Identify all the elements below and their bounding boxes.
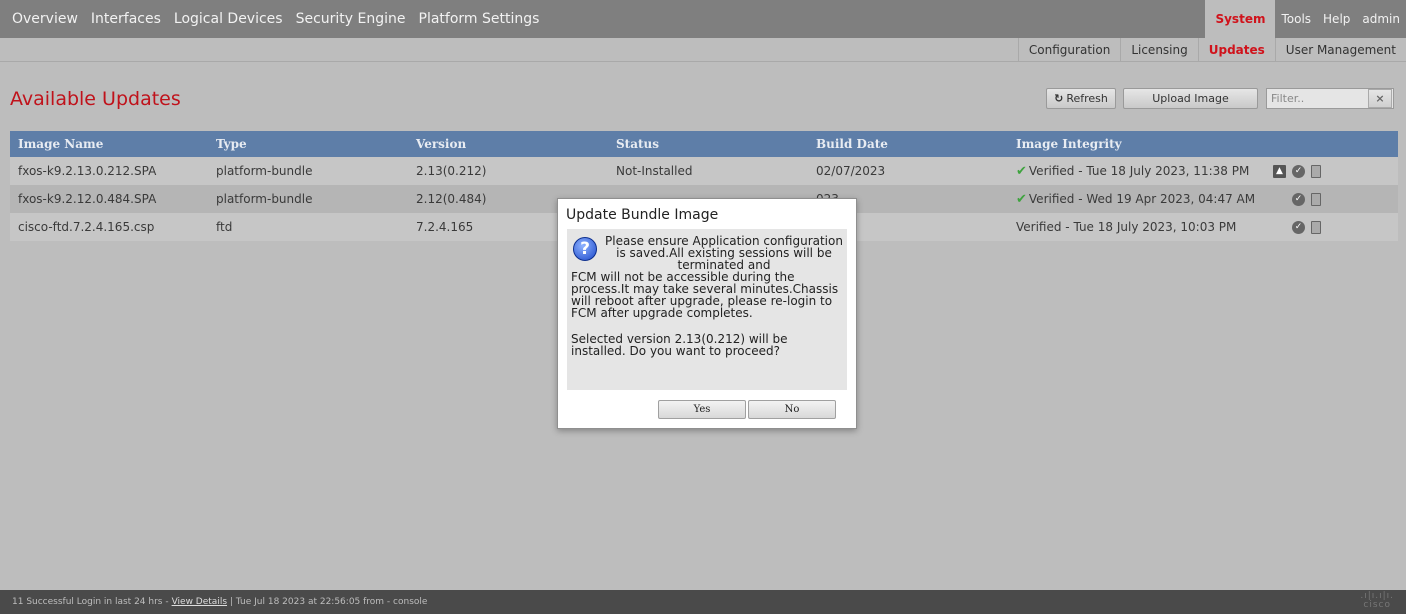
view-details-link[interactable]: View Details — [172, 597, 227, 607]
row-actions: ▲ ✓ — [1263, 157, 1398, 185]
integrity-text: Verified - Tue 18 July 2023, 10:03 PM — [1016, 220, 1237, 234]
table-header: Image Name Type Version Status Build Dat… — [10, 131, 1398, 157]
refresh-button[interactable]: ↻ Refresh — [1046, 88, 1116, 109]
activate-icon[interactable]: ✓ — [1292, 192, 1305, 206]
refresh-label: Refresh — [1066, 92, 1108, 105]
cell-status: Not-Installed — [616, 164, 693, 178]
login-count-text: 11 Successful Login in last 24 hrs - — [12, 597, 169, 607]
tab-licensing[interactable]: Licensing — [1120, 38, 1197, 62]
row-actions: ✓ — [1263, 213, 1398, 241]
cell-version: 2.13(0.212) — [416, 164, 487, 178]
col-build-date[interactable]: Build Date — [808, 131, 1008, 157]
delete-icon[interactable] — [1311, 164, 1321, 178]
nav-tools[interactable]: Tools — [1275, 0, 1317, 38]
cisco-logo: .ı|ı.ı|ı. cisco — [1360, 592, 1394, 610]
dialog-message-1: Please ensure Application configuration … — [605, 234, 843, 272]
activate-icon[interactable]: ✓ — [1292, 164, 1305, 178]
activate-icon[interactable]: ✓ — [1292, 220, 1305, 234]
cell-type: platform-bundle — [216, 192, 313, 206]
verified-check-icon: ✔ — [1016, 163, 1027, 179]
delete-icon[interactable] — [1311, 192, 1321, 206]
session-text: | Tue Jul 18 2023 at 22:56:05 from - con… — [230, 597, 428, 607]
integrity-text: Verified - Tue 18 July 2023, 11:38 PM — [1028, 164, 1250, 178]
upgrade-icon[interactable]: ▲ — [1273, 164, 1286, 178]
tab-updates[interactable]: Updates — [1197, 38, 1275, 62]
delete-icon[interactable] — [1311, 220, 1321, 234]
top-right-nav: System Tools Help admin — [1205, 0, 1406, 38]
dialog-title: Update Bundle Image — [566, 207, 719, 223]
nav-platform-settings[interactable]: Platform Settings — [419, 11, 540, 27]
dialog-body: ? Please ensure Application configuratio… — [567, 229, 847, 390]
nav-help[interactable]: Help — [1317, 0, 1356, 38]
col-type[interactable]: Type — [208, 131, 408, 157]
system-tabs: Configuration Licensing Updates User Man… — [1017, 38, 1406, 62]
top-nav-bar: Overview Interfaces Logical Devices Secu… — [0, 0, 1406, 38]
nav-logical-devices[interactable]: Logical Devices — [174, 11, 283, 27]
upload-image-button[interactable]: Upload Image — [1123, 88, 1258, 109]
refresh-icon: ↻ — [1054, 92, 1064, 105]
nav-interfaces[interactable]: Interfaces — [91, 11, 161, 27]
integrity-text: Verified - Wed 19 Apr 2023, 04:47 AM — [1028, 192, 1256, 206]
main-nav: Overview Interfaces Logical Devices Secu… — [0, 0, 552, 38]
yes-button[interactable]: Yes — [658, 400, 746, 419]
verified-check-icon: ✔ — [1016, 191, 1027, 207]
cell-integrity: ✔ Verified - Wed 19 Apr 2023, 04:47 AM — [1008, 185, 1263, 213]
cell-integrity: ✔ Verified - Tue 18 July 2023, 11:38 PM — [1008, 157, 1263, 185]
tab-configuration[interactable]: Configuration — [1017, 38, 1120, 62]
user-menu[interactable]: admin — [1356, 0, 1406, 38]
nav-overview[interactable]: Overview — [12, 11, 78, 27]
col-status[interactable]: Status — [608, 131, 808, 157]
question-icon: ? — [573, 237, 597, 261]
cell-integrity: Verified - Tue 18 July 2023, 10:03 PM — [1008, 213, 1263, 241]
page-title: Available Updates — [10, 88, 181, 110]
status-footer: 11 Successful Login in last 24 hrs - Vie… — [0, 590, 1406, 614]
dialog-message-2: FCM will not be accessible during the pr… — [571, 270, 839, 320]
row-actions: ✓ — [1263, 185, 1398, 213]
cell-image-name: fxos-k9.2.13.0.212.SPA — [18, 164, 157, 178]
no-button[interactable]: No — [748, 400, 836, 419]
cell-type: platform-bundle — [216, 164, 313, 178]
tab-user-management[interactable]: User Management — [1274, 38, 1406, 62]
cell-image-name: cisco-ftd.7.2.4.165.csp — [18, 220, 155, 234]
update-bundle-dialog: Update Bundle Image ? Please ensure Appl… — [557, 198, 857, 429]
col-actions — [1263, 131, 1398, 157]
table-row: fxos-k9.2.13.0.212.SPA platform-bundle 2… — [10, 157, 1398, 185]
cisco-logo-text: cisco — [1363, 600, 1391, 610]
filter-clear-button[interactable]: × — [1368, 89, 1392, 108]
dialog-confirm-text: Selected version 2.13(0.212) will be ins… — [571, 332, 788, 358]
cell-image-name: fxos-k9.2.12.0.484.SPA — [18, 192, 157, 206]
cell-type: ftd — [216, 220, 233, 234]
nav-system[interactable]: System — [1205, 0, 1276, 38]
cell-build-date: 02/07/2023 — [816, 164, 886, 178]
col-image-name[interactable]: Image Name — [10, 131, 208, 157]
col-image-integrity[interactable]: Image Integrity — [1008, 131, 1263, 157]
nav-security-engine[interactable]: Security Engine — [296, 11, 406, 27]
sub-nav-bar: Configuration Licensing Updates User Man… — [0, 38, 1406, 62]
col-version[interactable]: Version — [408, 131, 608, 157]
